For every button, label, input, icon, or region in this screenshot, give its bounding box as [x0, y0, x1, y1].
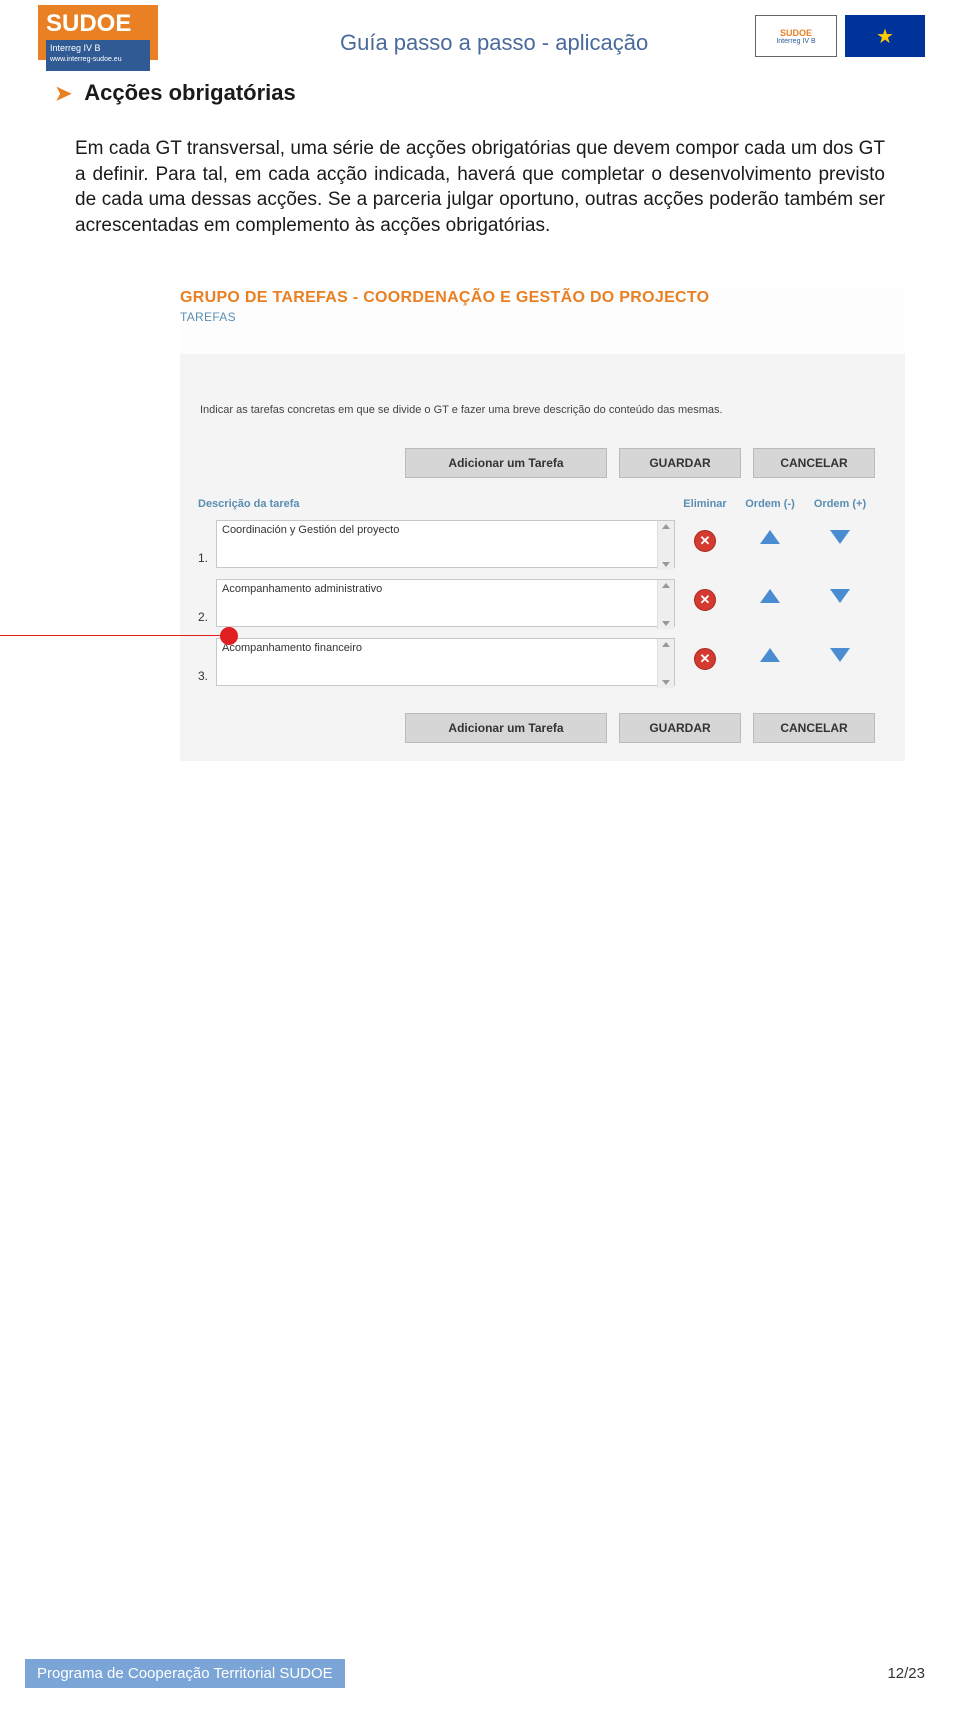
- move-up-cell: [735, 638, 805, 662]
- arrow-up-icon[interactable]: [760, 589, 780, 603]
- move-down-cell: [805, 520, 875, 544]
- scrollbar-icon[interactable]: [657, 521, 674, 570]
- move-up-cell: [735, 520, 805, 544]
- task-description-input[interactable]: Coordinación y Gestión del proyecto: [216, 520, 675, 568]
- arrow-down-icon[interactable]: [830, 648, 850, 662]
- eu-flag-icon: ★: [845, 15, 925, 57]
- col-description: Descrição da tarefa: [198, 498, 675, 510]
- task-number: 3.: [198, 669, 216, 689]
- eu-stars-icon: ★: [876, 24, 894, 49]
- header-right-logos: SUDOE Interreg IV B ★: [755, 15, 925, 57]
- delete-icon[interactable]: ✕: [694, 530, 716, 552]
- task-row: 1. Coordinación y Gestión del proyecto ✕: [180, 516, 905, 575]
- callout-dot-icon: [220, 627, 238, 645]
- page-header: SUDOE Interreg IV B www.interreg-sudoe.e…: [0, 0, 960, 70]
- task-table-header: Descrição da tarefa Eliminar Ordem (-) O…: [180, 492, 905, 516]
- panel-title: GRUPO DE TAREFAS - COORDENAÇÃO E GESTÃO …: [180, 289, 905, 307]
- top-button-row: Adicionar um Tarefa GUARDAR CANCELAR: [180, 428, 905, 492]
- bullet-arrow-icon: ➤: [55, 83, 72, 105]
- arrow-down-icon[interactable]: [830, 589, 850, 603]
- add-task-button[interactable]: Adicionar um Tarefa: [405, 448, 607, 478]
- tasks-panel: GRUPO DE TAREFAS - COORDENAÇÃO E GESTÃO …: [180, 289, 905, 761]
- move-down-cell: [805, 579, 875, 603]
- sudoe-logo: SUDOE Interreg IV B www.interreg-sudoe.e…: [38, 5, 158, 60]
- section-title: Acções obrigatórias: [84, 80, 296, 105]
- arrow-down-icon[interactable]: [830, 530, 850, 544]
- footer-program: Programa de Cooperação Territorial SUDOE: [25, 1659, 345, 1688]
- task-description-input[interactable]: Acompanhamento financeiro: [216, 638, 675, 686]
- add-task-button[interactable]: Adicionar um Tarefa: [405, 713, 607, 743]
- sudoe-small-logo: SUDOE Interreg IV B: [755, 15, 837, 57]
- footer-page-number: 12/23: [887, 1665, 925, 1682]
- delete-cell: ✕: [675, 579, 735, 611]
- scrollbar-icon[interactable]: [657, 639, 674, 688]
- cancel-button[interactable]: CANCELAR: [753, 448, 875, 478]
- task-row: 2. Acompanhamento administrativo ✕: [180, 575, 905, 634]
- section-heading-row: ➤ Acções obrigatórias: [0, 70, 960, 106]
- delete-cell: ✕: [675, 520, 735, 552]
- delete-icon[interactable]: ✕: [694, 589, 716, 611]
- bottom-button-row: Adicionar um Tarefa GUARDAR CANCELAR: [180, 693, 905, 757]
- callout-line: [0, 635, 229, 636]
- task-number: 1.: [198, 551, 216, 571]
- arrow-up-icon[interactable]: [760, 530, 780, 544]
- task-number: 2.: [198, 610, 216, 630]
- delete-icon[interactable]: ✕: [694, 648, 716, 670]
- col-order-up: Ordem (-): [735, 498, 805, 510]
- move-up-cell: [735, 579, 805, 603]
- body-paragraph: Em cada GT transversal, uma série de acç…: [0, 106, 960, 259]
- page-footer: Programa de Cooperação Territorial SUDOE…: [25, 1659, 935, 1688]
- col-delete: Eliminar: [675, 498, 735, 510]
- logo-main-text: SUDOE: [46, 10, 131, 37]
- delete-cell: ✕: [675, 638, 735, 670]
- page-title: Guía passo a passo - aplicação: [340, 30, 648, 56]
- cancel-button[interactable]: CANCELAR: [753, 713, 875, 743]
- arrow-up-icon[interactable]: [760, 648, 780, 662]
- save-button[interactable]: GUARDAR: [619, 448, 741, 478]
- logo-sub-text: Interreg IV B www.interreg-sudoe.eu: [46, 40, 150, 71]
- task-description-input[interactable]: Acompanhamento administrativo: [216, 579, 675, 627]
- scrollbar-icon[interactable]: [657, 580, 674, 629]
- panel-instruction: Indicar as tarefas concretas em que se d…: [180, 354, 905, 428]
- save-button[interactable]: GUARDAR: [619, 713, 741, 743]
- task-row: 3. Acompanhamento financeiro ✕: [180, 634, 905, 693]
- move-down-cell: [805, 638, 875, 662]
- panel-subtitle: TAREFAS: [180, 310, 905, 324]
- col-order-down: Ordem (+): [805, 498, 875, 510]
